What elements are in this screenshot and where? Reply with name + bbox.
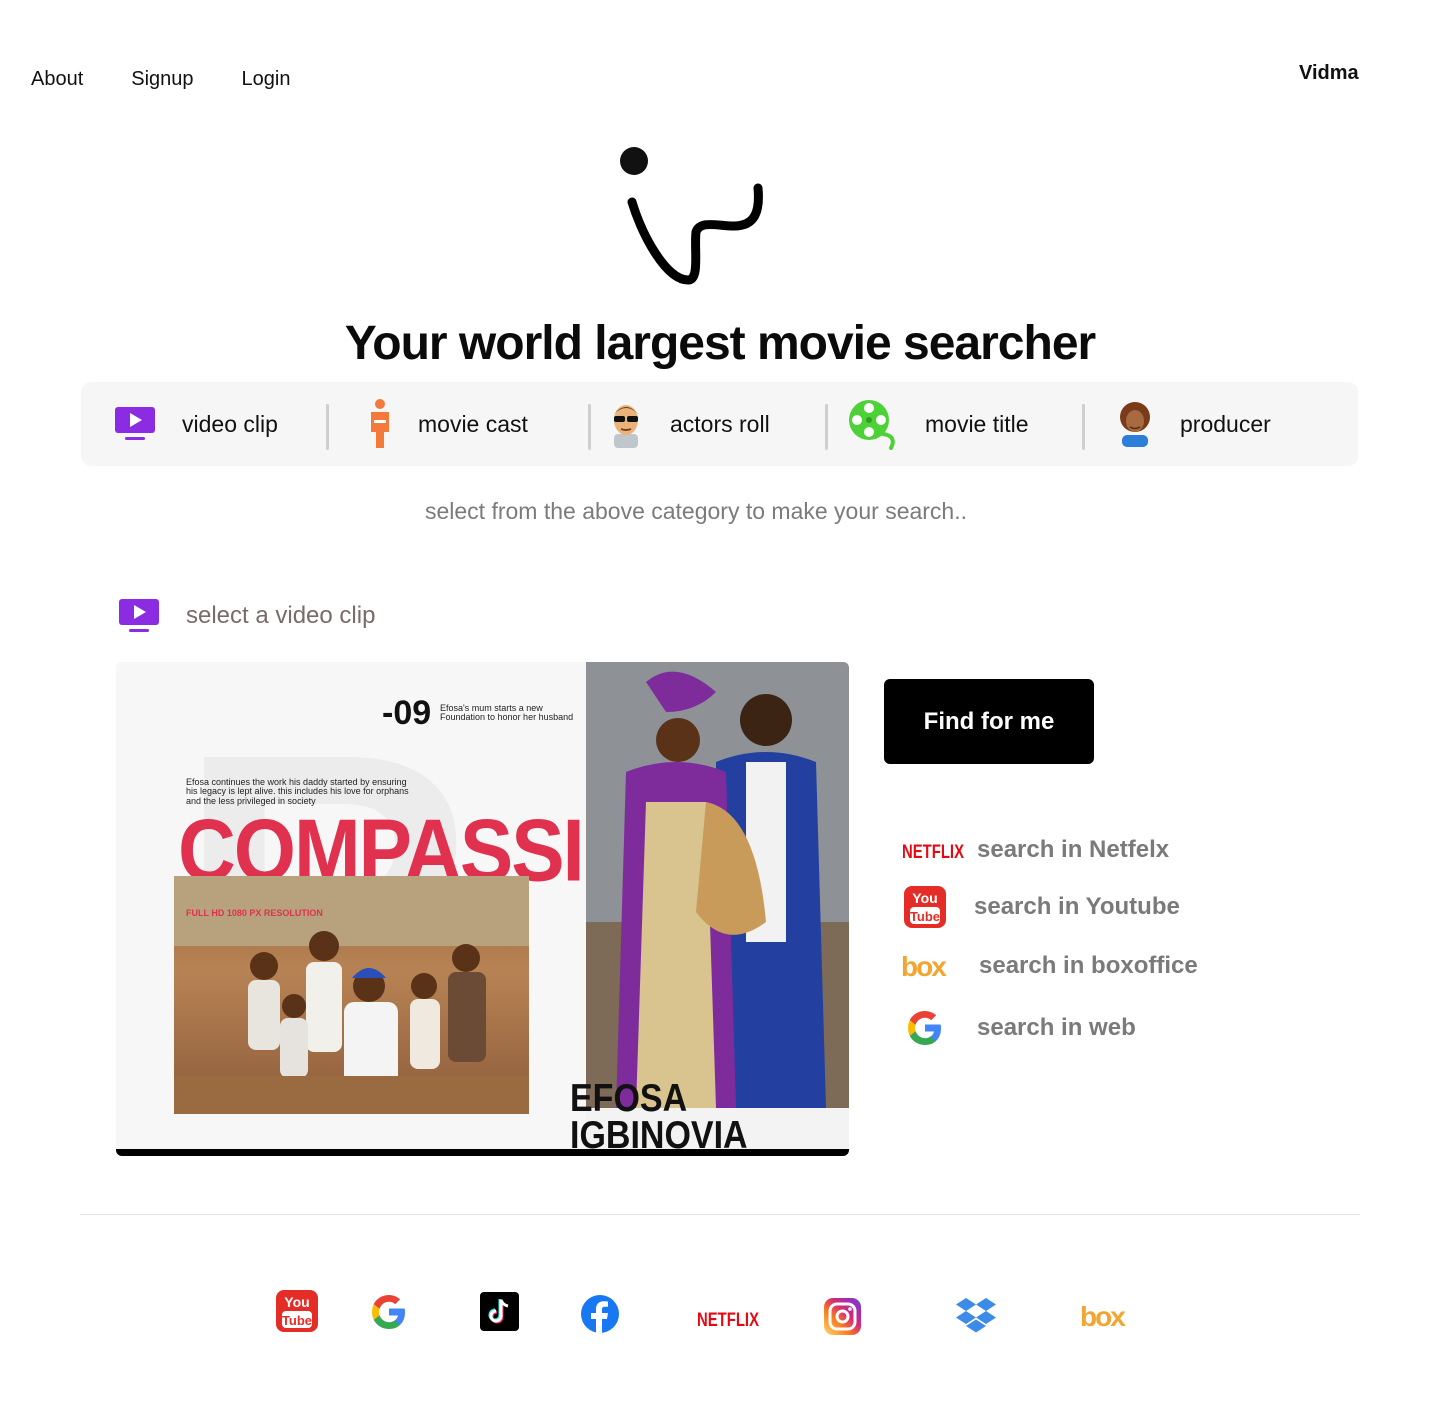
episode-number: -09 [382,694,432,732]
selection-label: select a video clip [186,602,376,629]
hd-tag: FULL HD 1080 PX RESOLUTION [186,908,323,918]
sunglasses-man-icon [614,405,638,448]
category-divider [326,404,329,450]
selection-header: select a video clip [118,598,375,634]
google-icon[interactable] [369,1292,409,1332]
svg-text:Tube: Tube [910,909,940,924]
couple-photo [586,662,849,1108]
box-icon: box [901,951,949,982]
category-producer[interactable]: producer [1116,382,1271,466]
category-movie-title[interactable]: movie title [847,382,1029,466]
category-hint: select from the above category to make y… [424,498,968,524]
search-option-label: search in web [977,1014,1136,1041]
category-bar: video clip movie cast actors roll movie … [81,382,1358,466]
actor-first-name: EFOSA [570,1076,688,1121]
tv-play-icon [115,407,155,440]
svg-text:You: You [912,890,937,906]
category-label: movie title [925,410,1029,437]
top-nav: About Signup Login [31,68,338,91]
category-divider [825,404,828,450]
category-label: actors roll [670,410,770,437]
svg-text:Tube: Tube [282,1313,312,1328]
netflix-icon[interactable]: NETFLIX [697,1304,761,1332]
search-option-label: search in Youtube [974,893,1180,920]
search-option-web[interactable]: search in web [905,1008,1136,1048]
instagram-icon[interactable] [824,1298,861,1335]
video-preview[interactable]: R -09 Efosa's mum starts a new Foundatio… [116,662,849,1156]
episode-note: Efosa's mum starts a new Foundation to h… [440,703,574,723]
actor-name: EFOSA IGBINOVIA [570,1076,748,1156]
category-label: movie cast [418,410,528,437]
vidma-logo-icon [620,147,763,285]
svg-text:NETFLIX: NETFLIX [902,842,964,863]
search-option-youtube[interactable]: You Tube search in Youtube [904,886,1180,928]
page-title: Your world largest movie searcher [344,317,1096,370]
category-label: video clip [182,410,278,437]
video-thumbnail-left: R -09 Efosa's mum starts a new Foundatio… [116,662,701,1149]
nav-login-link[interactable]: Login [242,68,291,91]
svg-text:NETFLIX: NETFLIX [697,1310,759,1331]
search-option-label: search in boxoffice [979,952,1198,979]
category-actors-roll[interactable]: actors roll [608,382,770,466]
category-divider [1082,404,1085,450]
search-option-netflix[interactable]: NETFLIX search in Netfelx [902,836,1169,864]
tv-play-icon [119,599,159,632]
youtube-icon: You Tube [904,886,946,928]
footer-divider [80,1214,1360,1215]
netflix-icon: NETFLIX [902,842,964,863]
category-movie-cast[interactable]: movie cast [368,382,528,466]
search-option-label: search in Netfelx [977,836,1170,863]
film-reel-icon [849,400,895,450]
nav-signup-link[interactable]: Signup [131,68,193,91]
dropbox-icon[interactable] [955,1296,997,1336]
box-icon[interactable]: box [1080,1300,1128,1332]
category-video-clip[interactable]: video clip [114,382,278,466]
google-icon [908,1011,941,1045]
category-divider [588,404,591,450]
svg-text:You: You [284,1294,309,1310]
svg-text:box: box [1080,1301,1126,1332]
tiktok-icon[interactable] [480,1292,519,1331]
video-progress-bar[interactable] [116,1149,849,1156]
person-icon [371,399,389,448]
woman-producer-icon [1120,402,1150,447]
svg-text:box: box [901,951,947,982]
brand-name[interactable]: Vidma [1299,62,1359,85]
youtube-icon[interactable]: You Tube [276,1290,318,1332]
facebook-icon[interactable] [580,1294,620,1334]
category-label: producer [1180,410,1271,437]
nav-about-link[interactable]: About [31,68,83,91]
search-option-boxoffice[interactable]: box search in boxoffice [901,950,1198,982]
find-for-me-button[interactable]: Find for me [884,679,1094,764]
